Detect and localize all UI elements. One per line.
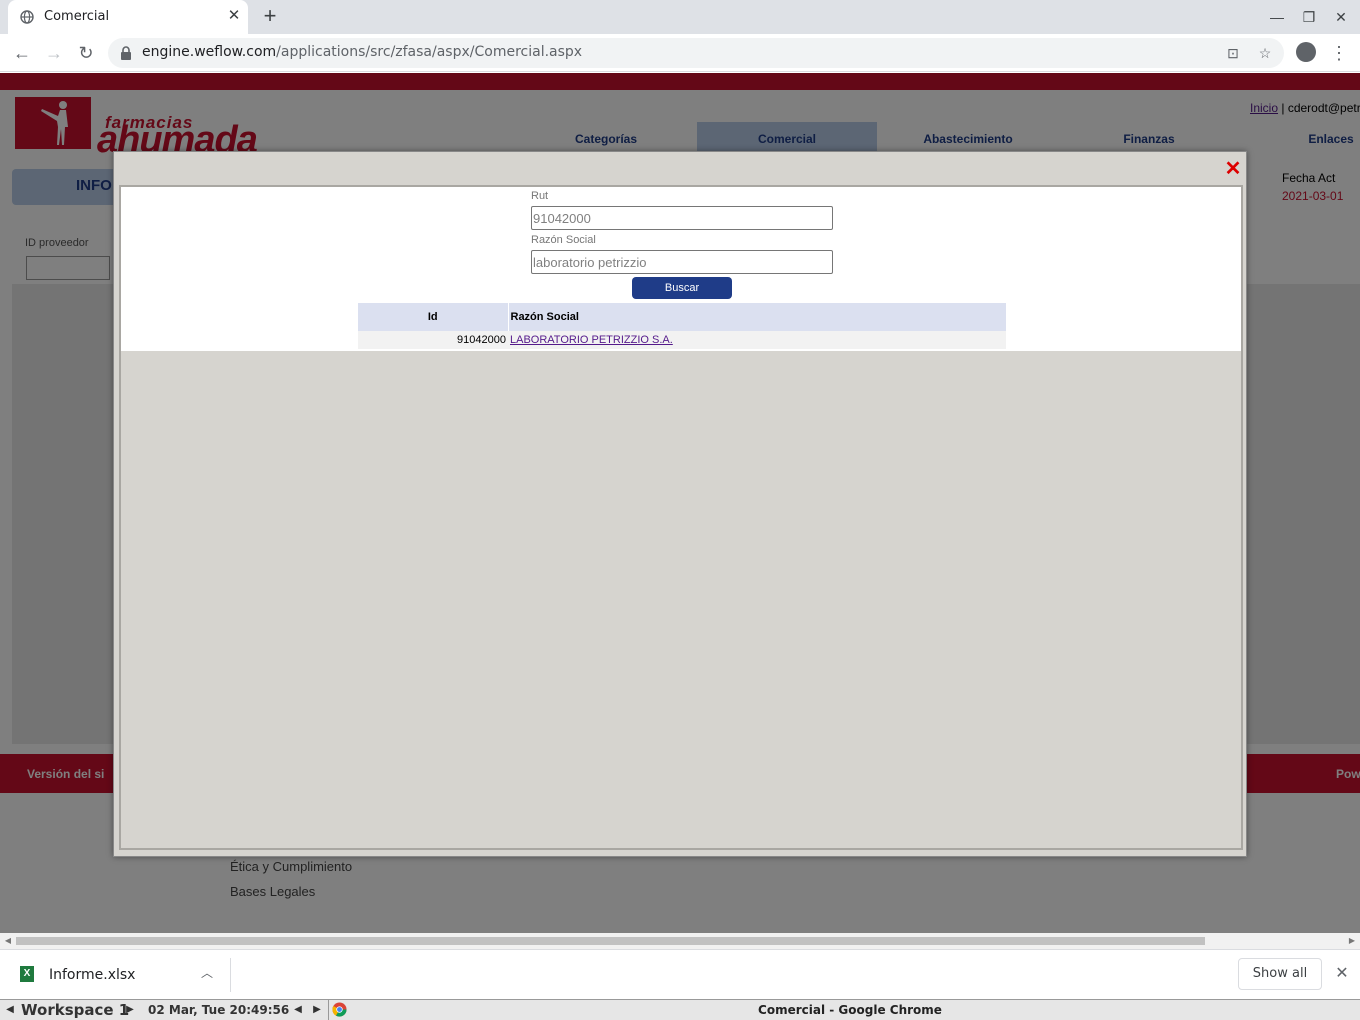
column-header-razon-social: Razón Social xyxy=(508,303,1006,331)
buscar-button[interactable]: Buscar xyxy=(632,277,732,299)
horizontal-scrollbar[interactable]: ◀ ▶ xyxy=(0,933,1360,949)
window-close-icon[interactable]: ✕ xyxy=(1330,7,1352,27)
workspace-label: Workspace 1 xyxy=(21,1001,130,1019)
table-row: 91042000 LABORATORIO PETRIZZIO S.A. xyxy=(358,331,1006,349)
reload-icon[interactable]: ↻ xyxy=(74,41,98,65)
task-next-arrow-icon[interactable]: ▶ xyxy=(311,1002,323,1018)
taskbar-window-title[interactable]: Comercial - Google Chrome xyxy=(340,1003,1360,1017)
translate-icon[interactable]: ⊡ xyxy=(1224,44,1242,62)
search-form: Rut Razón Social Buscar Id Razón Social xyxy=(121,187,1241,351)
workspace-next-arrow-icon[interactable]: ▶ xyxy=(124,1002,136,1018)
bookmark-star-icon[interactable]: ☆ xyxy=(1256,44,1274,62)
taskbar-divider xyxy=(328,1000,329,1020)
clock: 02 Mar, Tue 20:49:56 xyxy=(148,1003,290,1017)
back-arrow-icon[interactable]: ← xyxy=(10,41,34,65)
results-header-row: Id Razón Social xyxy=(358,303,1006,331)
row-id-cell: 91042000 xyxy=(358,331,508,349)
minimize-icon[interactable]: — xyxy=(1266,7,1288,27)
forward-arrow-icon[interactable]: → xyxy=(42,41,66,65)
kebab-menu-icon[interactable]: ⋮ xyxy=(1330,41,1348,65)
tab-close-icon[interactable]: ✕ xyxy=(224,6,244,26)
download-file-name[interactable]: Informe.xlsx xyxy=(49,967,135,983)
url-text: engine.weflow.com/applications/src/zfasa… xyxy=(142,44,583,60)
chevron-up-icon[interactable]: ︿ xyxy=(198,964,216,982)
razon-social-link[interactable]: LABORATORIO PETRIZZIO S.A. xyxy=(510,334,673,346)
page-content: farmacias ahumada Inicio | cderodt@petr … xyxy=(0,73,1360,933)
modal-close-icon[interactable]: ✕ xyxy=(1222,158,1244,180)
excel-file-icon: X xyxy=(20,966,34,982)
download-shelf: X Informe.xlsx ︿ Show all ✕ xyxy=(0,949,1360,999)
modal-body: Rut Razón Social Buscar Id Razón Social xyxy=(119,185,1243,850)
scroll-right-arrow-icon[interactable]: ▶ xyxy=(1346,935,1358,947)
row-razon-social-cell: LABORATORIO PETRIZZIO S.A. xyxy=(508,331,1006,349)
column-header-id: Id xyxy=(358,303,509,331)
rut-label: Rut xyxy=(531,190,549,202)
download-shelf-close-icon[interactable]: ✕ xyxy=(1332,964,1352,984)
results-table: Id Razón Social 91042000 LABORATORIO PET… xyxy=(358,303,1006,349)
globe-icon xyxy=(20,10,34,24)
system-taskbar: ◀ Workspace 1 ▶ 02 Mar, Tue 20:49:56 ◀ ▶… xyxy=(0,999,1360,1020)
new-tab-plus-icon[interactable]: + xyxy=(258,5,282,29)
workspace-prev-arrow-icon[interactable]: ◀ xyxy=(4,1002,16,1018)
scrollbar-thumb[interactable] xyxy=(16,937,1205,945)
browser-tab-strip: Comercial ✕ + — ❐ ✕ xyxy=(0,0,1360,34)
scroll-left-arrow-icon[interactable]: ◀ xyxy=(2,935,14,947)
restore-icon[interactable]: ❐ xyxy=(1298,7,1320,27)
tab-title: Comercial xyxy=(44,9,110,24)
rut-input[interactable] xyxy=(531,206,833,230)
lock-icon xyxy=(121,46,131,60)
browser-tab-active[interactable]: Comercial ✕ xyxy=(8,0,248,34)
razon-social-label: Razón Social xyxy=(531,234,596,246)
razon-social-input[interactable] xyxy=(531,250,833,274)
proveedor-search-modal: ✕ Rut Razón Social Buscar Id Razón Socia… xyxy=(113,151,1247,857)
address-bar[interactable]: engine.weflow.com/applications/src/zfasa… xyxy=(108,38,1284,68)
show-all-button[interactable]: Show all xyxy=(1238,958,1322,990)
browser-toolbar: ← → ↻ engine.weflow.com/applications/src… xyxy=(0,34,1360,72)
profile-icon[interactable] xyxy=(1296,42,1316,62)
download-divider xyxy=(230,958,231,992)
task-prev-arrow-icon[interactable]: ◀ xyxy=(292,1002,304,1018)
